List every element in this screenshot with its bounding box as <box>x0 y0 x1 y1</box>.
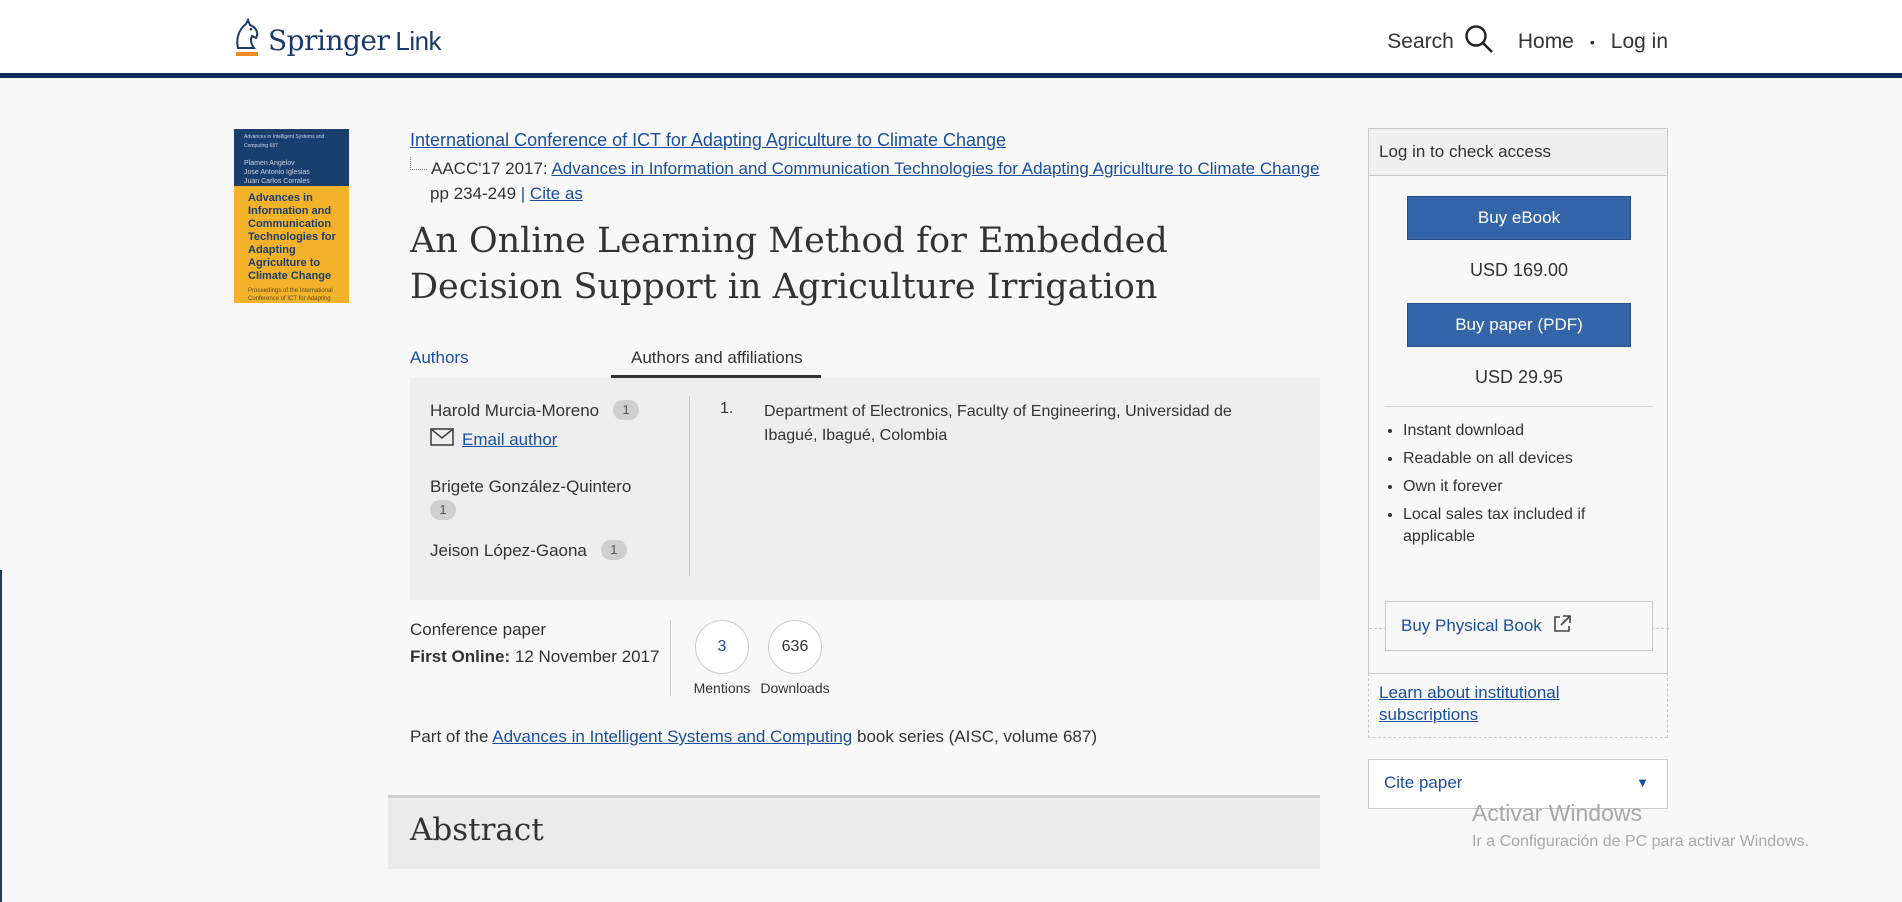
springer-link-logo[interactable]: Springer Link <box>232 17 442 63</box>
affiliation-badge: 1 <box>600 540 627 560</box>
envelope-icon <box>430 428 454 451</box>
downloads-label: Downloads <box>760 680 830 696</box>
institutional-box: Learn about institutional subscriptions <box>1368 673 1668 738</box>
logo-springer-text: Springer <box>268 24 390 57</box>
affiliation-badge: 1 <box>613 400 640 420</box>
proceedings-prefix: AACC'17 2017: <box>431 159 552 178</box>
affiliation-text: Department of Electronics, Faculty of En… <box>764 403 1232 444</box>
cover-title: Advances in Information and Communicatio… <box>248 192 336 282</box>
cover-series: Advances in Intelligent Systems and Comp… <box>244 134 325 149</box>
benefits-list: Instant download Readable on all devices… <box>1385 420 1653 554</box>
book-series-line: Part of the Advances in Intelligent Syst… <box>410 727 1097 747</box>
mentions-count[interactable]: 3 <box>695 620 749 674</box>
cover-editor: Plamen Angelov <box>244 160 295 167</box>
benefit-item: Readable on all devices <box>1403 448 1653 470</box>
benefit-item: Instant download <box>1403 420 1653 442</box>
top-nav: Search Home • Log in <box>1387 24 1668 60</box>
home-link[interactable]: Home <box>1518 30 1574 54</box>
search-button[interactable]: Search <box>1387 24 1518 60</box>
tree-connector <box>410 157 427 170</box>
first-online: First Online: 12 November 2017 <box>410 647 659 667</box>
book-cover[interactable]: Advances in Intelligent Systems and Comp… <box>234 129 349 303</box>
proceedings-link[interactable]: Advances in Information and Communicatio… <box>551 159 1319 178</box>
mentions-metric[interactable]: 3 Mentions <box>687 620 757 696</box>
content-type: Conference paper <box>410 620 547 639</box>
first-online-label: First Online: <box>410 647 511 666</box>
benefit-item: Local sales tax included if applicable <box>1403 504 1653 548</box>
access-header: Log in to check access <box>1368 128 1668 176</box>
horse-logo-icon <box>232 17 262 63</box>
page-range-line: pp 234-249 | Cite as <box>430 184 583 204</box>
access-box: Log in to check access Buy eBook USD 169… <box>1368 128 1669 738</box>
series-prefix: Part of the <box>410 727 493 746</box>
cite-paper-label: Cite paper <box>1384 773 1463 792</box>
author-tabs: Authors Authors and affiliations <box>410 340 1320 379</box>
author-entry: Jeison López-Gaona 1 <box>430 540 627 561</box>
search-icon <box>1464 24 1494 60</box>
watermark-line2: Ir a Configuración de PC para activar Wi… <box>1472 833 1810 850</box>
abstract-heading: Abstract <box>410 812 544 848</box>
series-link[interactable]: Advances in Intelligent Systems and Comp… <box>492 727 852 746</box>
downloads-count: 636 <box>768 620 822 674</box>
search-label: Search <box>1387 30 1454 53</box>
first-online-date: 12 November 2017 <box>514 647 660 666</box>
cover-subtitle: Proceedings of the International Confere… <box>248 288 333 302</box>
affiliation-badge: 1 <box>430 500 456 520</box>
site-header: Springer Link Search Home • Log in <box>0 0 1902 78</box>
email-author-link[interactable]: Email author <box>462 430 557 450</box>
divider <box>1385 406 1653 407</box>
author-name[interactable]: Brigete González-Quintero <box>430 477 631 496</box>
caret-down-icon: ▼ <box>1636 775 1649 790</box>
tab-authors[interactable]: Authors <box>410 348 469 368</box>
buy-physical-label: Buy Physical Book <box>1401 616 1542 635</box>
benefit-item: Own it forever <box>1403 476 1653 498</box>
author-name[interactable]: Jeison López-Gaona <box>430 541 587 560</box>
learn-subscriptions-link[interactable]: Learn about institutional subscriptions <box>1379 683 1560 724</box>
external-link-icon <box>1552 614 1572 639</box>
downloads-metric: 636 Downloads <box>760 620 830 696</box>
meta-divider <box>670 620 671 696</box>
logo-wordmark: Springer Link <box>268 24 442 57</box>
proceedings-line: AACC'17 2017: Advances in Information an… <box>410 157 1319 179</box>
author-entry: Brigete González-Quintero 1 <box>430 475 670 523</box>
cover-editor: Jose Antonio Iglesias <box>244 169 310 176</box>
login-link[interactable]: Log in <box>1611 30 1668 54</box>
email-author-row: Email author <box>430 428 557 451</box>
cite-as-link[interactable]: Cite as <box>530 184 583 203</box>
cover-header: Advances in Intelligent Systems and Comp… <box>234 129 349 186</box>
conference-link[interactable]: International Conference of ICT for Adap… <box>410 130 1006 151</box>
article-title: An Online Learning Method for Embedded D… <box>410 221 1168 307</box>
mentions-label: Mentions <box>693 680 751 696</box>
left-edge-bar <box>0 570 2 902</box>
buy-ebook-button[interactable]: Buy eBook <box>1407 196 1631 240</box>
author-name[interactable]: Harold Murcia-Moreno <box>430 401 599 420</box>
windows-activation-watermark: Activar Windows Ir a Configuración de PC… <box>1472 800 1809 851</box>
separator: | <box>520 184 526 203</box>
abstract-section: Abstract <box>388 795 1320 869</box>
tab-authors-and-affiliations[interactable]: Authors and affiliations <box>611 348 821 378</box>
watermark-line1: Activar Windows <box>1472 800 1642 826</box>
authors-panel: Harold Murcia-Moreno 1 Email author Brige… <box>410 378 1320 600</box>
purchase-options: Buy eBook USD 169.00 Buy paper (PDF) USD… <box>1368 176 1669 708</box>
author-entry: Harold Murcia-Moreno 1 <box>430 400 640 421</box>
logo-link-text: Link <box>395 26 442 56</box>
affiliation-number: 1. <box>720 400 734 417</box>
buy-paper-button[interactable]: Buy paper (PDF) <box>1407 303 1631 347</box>
page-range: pp 234-249 <box>430 184 517 203</box>
buy-physical-book-button[interactable]: Buy Physical Book <box>1385 601 1653 651</box>
ebook-price: USD 169.00 <box>1469 260 1569 280</box>
panel-divider <box>689 396 690 576</box>
series-suffix: book series (AISC, volume 687) <box>852 727 1097 746</box>
paper-price: USD 29.95 <box>1474 367 1564 387</box>
cover-editor: Juan Carlos Corrales <box>244 178 310 185</box>
nav-separator: • <box>1589 34 1595 50</box>
